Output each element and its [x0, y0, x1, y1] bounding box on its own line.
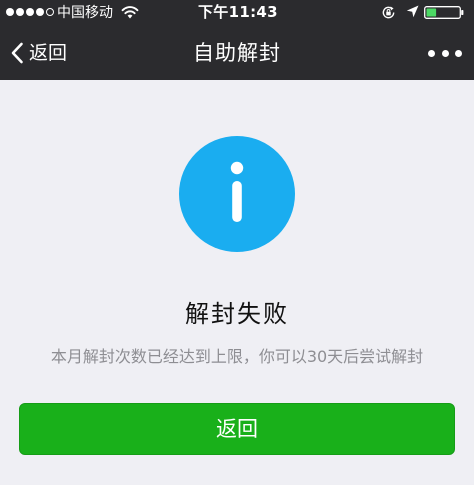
location-arrow-icon [406, 5, 419, 18]
info-bar [232, 181, 242, 222]
status-bar: 中国移动 下午11:43 [0, 0, 474, 26]
result-title: 解封失败 [185, 300, 289, 328]
battery-icon [424, 6, 464, 19]
rotation-lock-icon [382, 6, 395, 19]
more-dots-icon[interactable] [428, 48, 462, 58]
status-time: 下午11:43 [198, 3, 278, 21]
info-icon [179, 136, 295, 252]
navigation-bar: 返回 自助解封 [0, 26, 474, 80]
signal-dot-empty [46, 8, 54, 16]
top-bar: 中国移动 下午11:43 返回 自助解封 [0, 0, 474, 80]
signal-dot [36, 8, 44, 16]
more-dot [455, 49, 462, 57]
signal-dot [26, 8, 34, 16]
signal-dots-icon [6, 8, 54, 16]
signal-dot [16, 8, 24, 16]
result-description: 本月解封次数已经达到上限，你可以30天后尝试解封 [50, 347, 424, 366]
more-dot [441, 49, 449, 57]
carrier-name: 中国移动 [57, 5, 113, 21]
wifi-icon [121, 6, 139, 19]
page-title: 自助解封 [193, 41, 281, 65]
signal-dot [6, 8, 14, 16]
back-button[interactable]: 返回 [19, 403, 455, 455]
more-dot [428, 49, 435, 57]
info-dot [230, 161, 244, 175]
